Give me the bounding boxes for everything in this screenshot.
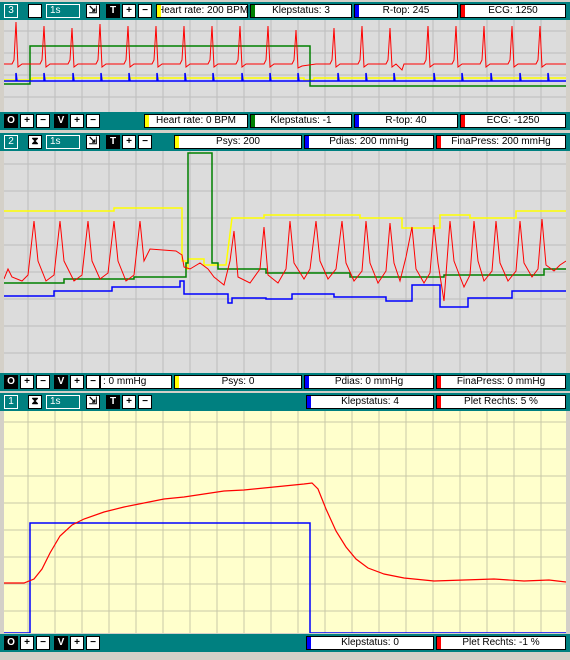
panel3-klepstatus-max[interactable]: Klepstatus: 4	[306, 395, 434, 409]
panel3-timebase[interactable]: 1s	[46, 395, 80, 409]
panel2-finapress-min[interactable]: FinaPress: 0 mmHg	[436, 375, 566, 389]
panel1-heart-rate-max[interactable]: Heart rate: 200 BPM	[156, 4, 248, 18]
panel1-timebase[interactable]: 1s	[46, 4, 80, 18]
panel2-psys-max[interactable]: Psys: 200	[174, 135, 302, 149]
panel2-zoom-in-icon[interactable]: +	[122, 135, 136, 149]
panel3-o-label: O	[4, 636, 18, 650]
panel1-ecg-max[interactable]: ECG: 1250	[460, 4, 566, 18]
panel1-collapse-icon[interactable]: ⇲	[86, 4, 100, 18]
panel3-offset-up-icon[interactable]: +	[20, 636, 34, 650]
panel3-zoom-out-icon[interactable]: −	[138, 395, 152, 409]
panel2-zoom-out-icon[interactable]: −	[138, 135, 152, 149]
panel1-v-label: V	[54, 114, 68, 128]
panel2-o-label: O	[4, 375, 18, 389]
panel2-scale-down-icon[interactable]: −	[86, 375, 100, 389]
panel2-waveforms	[4, 151, 566, 373]
panel3-scale-down-icon[interactable]: −	[86, 636, 100, 650]
panel1-bottom-bar: O + − V + − Heart rate: 0 BPM Klepstatus…	[0, 112, 570, 130]
panel1-rtop-max[interactable]: R-top: 245	[354, 4, 458, 18]
panel3-t-label: T	[106, 395, 120, 409]
panel2-t-label: T	[106, 135, 120, 149]
panel3-scale-up-icon[interactable]: +	[70, 636, 84, 650]
panel3-offset-down-icon[interactable]: −	[36, 636, 50, 650]
panel3-zoom-in-icon[interactable]: +	[122, 395, 136, 409]
panel1-rtop-min[interactable]: R-top: 40	[354, 114, 458, 128]
panel2-pdias-min[interactable]: Pdias: 0 mmHg	[304, 375, 434, 389]
panel3-expand-icon[interactable]: ⧗	[28, 395, 42, 409]
panel2-offset-down-icon[interactable]: −	[36, 375, 50, 389]
panel2-bottom-bar: O + − V + − : 0 mmHg Psys: 0 Pdias: 0 mm…	[0, 373, 570, 391]
panel2-scale-up-icon[interactable]: +	[70, 375, 84, 389]
panel3-bottom-bar: O + − V + − Klepstatus: 0 Plet Rechts: -…	[0, 634, 570, 652]
status-strip	[0, 652, 570, 660]
panel2-top-bar: 2 ⧗ 1s ⇲ T + − Psys: 200 Pdias: 200 mmHg…	[0, 133, 570, 151]
panel1-scale-down-icon[interactable]: −	[86, 114, 100, 128]
panel2-pdias-max[interactable]: Pdias: 200 mmHg	[304, 135, 434, 149]
panel1-ecg-min[interactable]: ECG: -1250	[460, 114, 566, 128]
panel1-zoom-out-icon[interactable]: −	[138, 4, 152, 18]
panel1-waveforms	[4, 20, 566, 112]
panel2-finapress-max[interactable]: FinaPress: 200 mmHg	[436, 135, 566, 149]
panel3-waveforms	[4, 411, 566, 633]
panel2-hidden-channel-min[interactable]: : 0 mmHg	[100, 375, 172, 389]
panel1-ecg-plot[interactable]	[4, 20, 566, 112]
panel3-top-bar: 1 ⧗ 1s ⇲ T + − Klepstatus: 4 Plet Rechts…	[0, 393, 570, 411]
panel1-zoom-in-icon[interactable]: +	[122, 4, 136, 18]
panel3-plet-rechts-min[interactable]: Plet Rechts: -1 %	[436, 636, 566, 650]
panel1-top-bar: 3 1s ⇲ T + − Heart rate: 200 BPM Klepsta…	[0, 2, 570, 20]
panel1-scale-up-icon[interactable]: +	[70, 114, 84, 128]
panel1-number[interactable]: 3	[4, 4, 18, 18]
panel1-color-box[interactable]	[28, 4, 42, 18]
panel3-collapse-icon[interactable]: ⇲	[86, 395, 100, 409]
panel2-pressure-plot[interactable]	[4, 151, 566, 373]
panel2-timebase[interactable]: 1s	[46, 135, 80, 149]
panel2-offset-up-icon[interactable]: +	[20, 375, 34, 389]
panel1-t-label: T	[106, 4, 120, 18]
panel3-klepstatus-min[interactable]: Klepstatus: 0	[306, 636, 434, 650]
panel3-number[interactable]: 1	[4, 395, 18, 409]
panel1-o-label: O	[4, 114, 18, 128]
panel2-psys-min[interactable]: Psys: 0	[174, 375, 302, 389]
panel1-klepstatus-max[interactable]: Klepstatus: 3	[250, 4, 352, 18]
panel3-v-label: V	[54, 636, 68, 650]
panel1-offset-up-icon[interactable]: +	[20, 114, 34, 128]
panel2-v-label: V	[54, 375, 68, 389]
panel2-expand-icon[interactable]: ⧗	[28, 135, 42, 149]
panel3-plethysmography-plot[interactable]	[4, 411, 566, 633]
panel2-collapse-icon[interactable]: ⇲	[86, 135, 100, 149]
panel1-klepstatus-min[interactable]: Klepstatus: -1	[250, 114, 352, 128]
panel1-heart-rate-min[interactable]: Heart rate: 0 BPM	[144, 114, 248, 128]
panel3-plet-rechts-max[interactable]: Plet Rechts: 5 %	[436, 395, 566, 409]
panel1-offset-down-icon[interactable]: −	[36, 114, 50, 128]
panel2-number[interactable]: 2	[4, 135, 18, 149]
